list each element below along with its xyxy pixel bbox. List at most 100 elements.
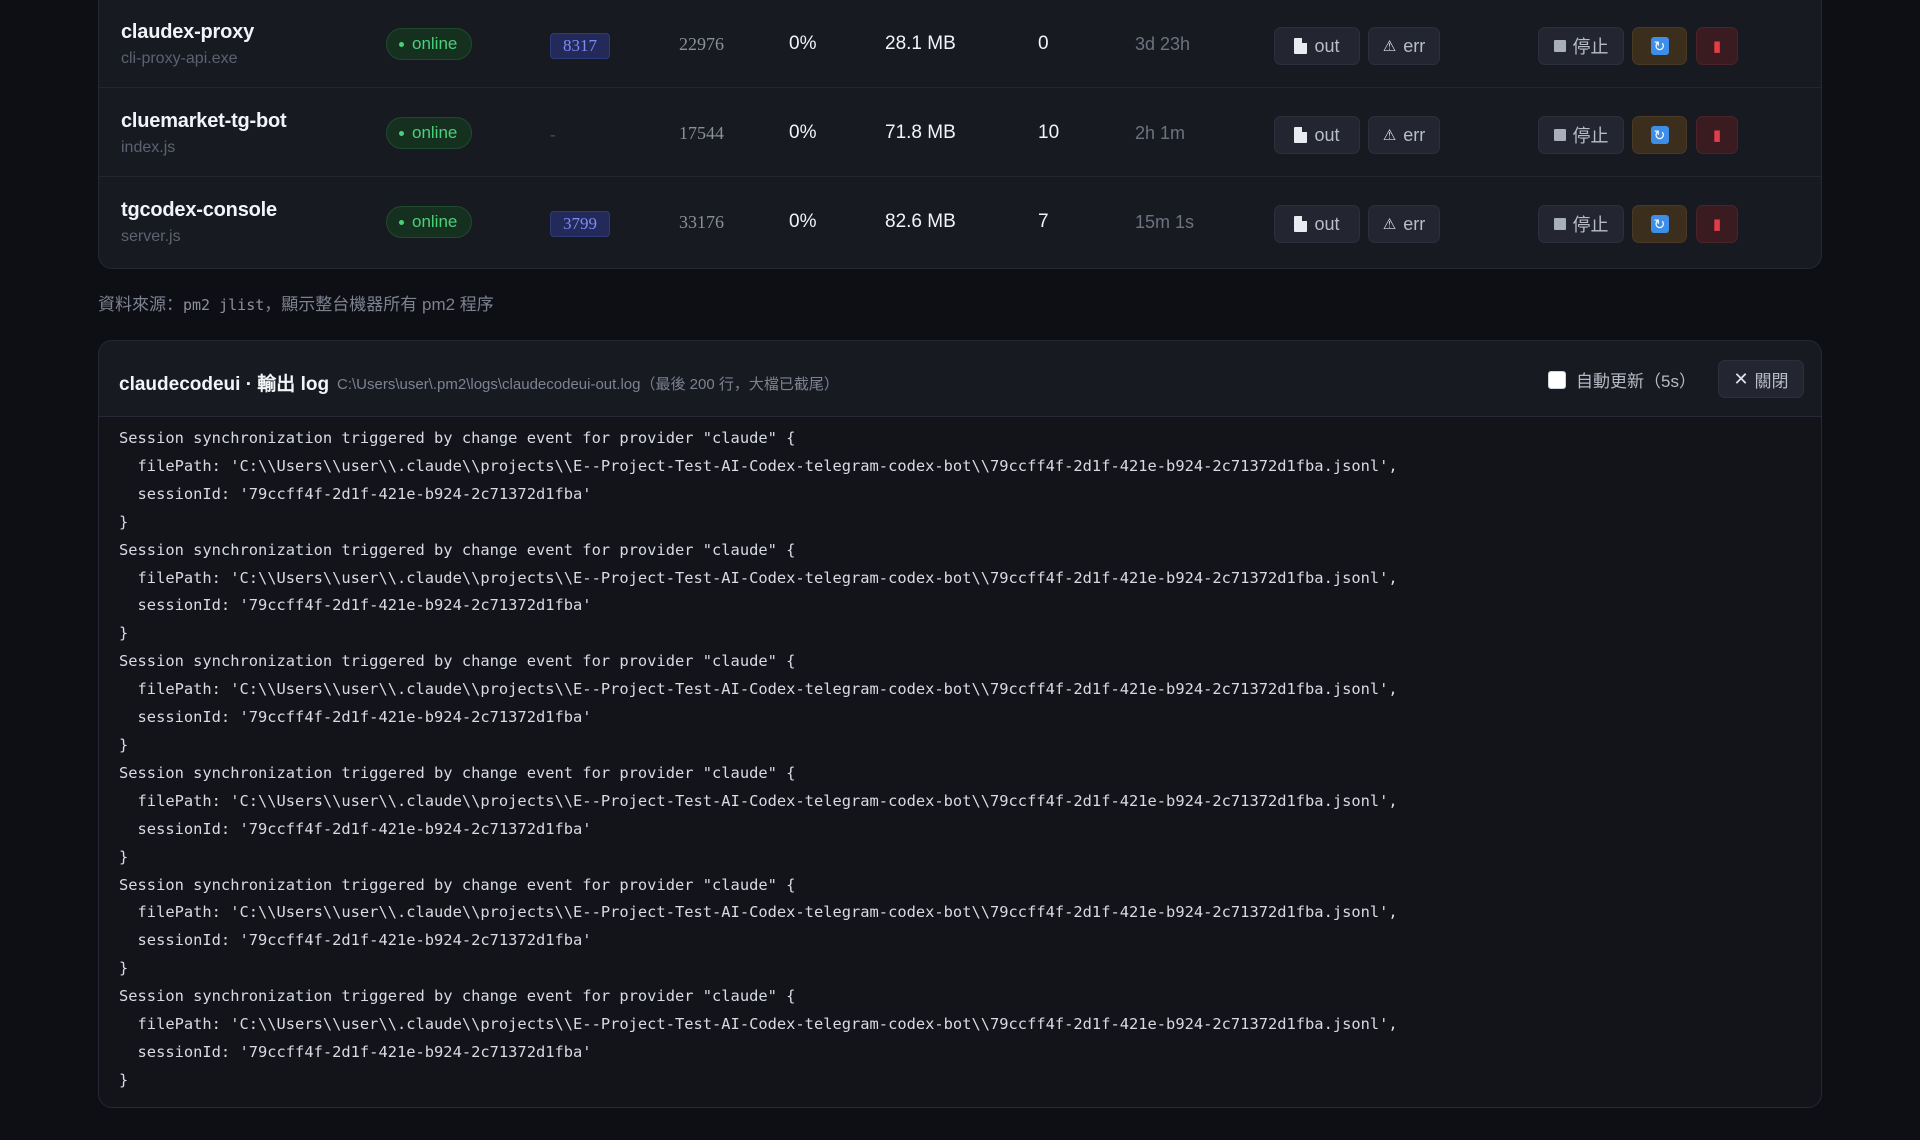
log-file-path: C:\Users\user\.pm2\logs\claudecodeui-out… bbox=[337, 376, 839, 393]
log-line: } bbox=[119, 624, 129, 643]
table-row: tgcodex-console server.js online 3799 33… bbox=[99, 178, 1821, 266]
auto-refresh-toggle[interactable]: 自動更新（5s） bbox=[1548, 367, 1696, 392]
close-label: 關閉 bbox=[1754, 371, 1789, 391]
process-name: tgcodex-console bbox=[121, 198, 277, 221]
stop-icon bbox=[1553, 40, 1566, 52]
uptime-value: 2h 1m bbox=[1135, 122, 1186, 143]
restart-button[interactable]: ↻ bbox=[1632, 116, 1687, 154]
log-line: Session synchronization triggered by cha… bbox=[119, 429, 796, 447]
process-script: index.js bbox=[121, 138, 176, 156]
process-name-cell: cluemarket-tg-bot index.js bbox=[121, 89, 287, 177]
status-dot-icon bbox=[399, 130, 404, 136]
view-out-log-button[interactable]: out bbox=[1274, 205, 1360, 243]
process-script: cli-proxy-api.exe bbox=[121, 49, 238, 67]
restarts-value: 0 bbox=[1038, 33, 1049, 54]
uptime-value: 3d 23h bbox=[1135, 33, 1191, 54]
pid-value: 33176 bbox=[679, 211, 724, 232]
log-line: Session synchronization triggered by cha… bbox=[119, 763, 796, 782]
log-line: Session synchronization triggered by cha… bbox=[119, 987, 796, 1006]
restart-button[interactable]: ↻ bbox=[1632, 27, 1687, 65]
warning-icon: ⚠ bbox=[1382, 127, 1397, 144]
log-line: } bbox=[119, 959, 129, 978]
log-title: claudecodeui · 輸出 log bbox=[119, 374, 330, 395]
log-line: filePath: 'C:\\Users\\user\\.claude\\pro… bbox=[119, 791, 1398, 810]
pid-value: 22976 bbox=[679, 33, 724, 54]
stop-button[interactable]: 停止 bbox=[1538, 27, 1624, 65]
stop-label: 停止 bbox=[1572, 126, 1609, 146]
auto-refresh-label: 自動更新（5s） bbox=[1576, 372, 1696, 391]
source-prefix: 資料來源： bbox=[98, 295, 183, 314]
restart-button[interactable]: ↻ bbox=[1632, 205, 1687, 243]
uptime-value: 15m 1s bbox=[1135, 211, 1195, 232]
trash-icon: ▮ bbox=[1712, 216, 1722, 233]
delete-button[interactable]: ▮ bbox=[1696, 116, 1738, 154]
refresh-icon: ↻ bbox=[1650, 215, 1669, 233]
file-icon bbox=[1294, 216, 1308, 232]
restarts-value: 7 bbox=[1038, 211, 1049, 232]
log-line: Session synchronization triggered by cha… bbox=[119, 540, 796, 559]
status-dot-icon bbox=[399, 219, 404, 225]
status-badge: online bbox=[386, 28, 473, 60]
process-script: server.js bbox=[121, 227, 181, 245]
err-label: err bbox=[1403, 35, 1426, 56]
file-icon bbox=[1294, 38, 1308, 54]
port-badge: 8317 bbox=[550, 33, 610, 59]
delete-button[interactable]: ▮ bbox=[1696, 27, 1738, 65]
out-label: out bbox=[1314, 213, 1340, 234]
trash-icon: ▮ bbox=[1712, 127, 1722, 144]
source-suffix: ，顯示整台機器所有 pm2 程序 bbox=[264, 295, 494, 314]
log-line: sessionId: '79ccff4f-2d1f-421e-b924-2c71… bbox=[119, 931, 592, 950]
log-line: filePath: 'C:\\Users\\user\\.claude\\pro… bbox=[119, 456, 1398, 475]
file-icon bbox=[1294, 127, 1308, 143]
table-row: claudex-proxy cli-proxy-api.exe online 8… bbox=[99, 0, 1821, 88]
delete-button[interactable]: ▮ bbox=[1696, 205, 1738, 243]
memory-value: 28.1 MB bbox=[885, 33, 956, 54]
memory-value: 71.8 MB bbox=[885, 122, 956, 143]
port-badge: 3799 bbox=[550, 211, 610, 237]
log-line: filePath: 'C:\\Users\\user\\.claude\\pro… bbox=[119, 1015, 1398, 1034]
view-err-log-button[interactable]: ⚠ err bbox=[1368, 116, 1440, 154]
stop-button[interactable]: 停止 bbox=[1538, 205, 1624, 243]
stop-button[interactable]: 停止 bbox=[1538, 116, 1624, 154]
refresh-icon: ↻ bbox=[1650, 126, 1669, 144]
out-label: out bbox=[1314, 35, 1340, 56]
process-name-cell: tgcodex-console server.js bbox=[121, 178, 277, 266]
view-err-log-button[interactable]: ⚠ err bbox=[1368, 205, 1440, 243]
log-output: Session synchronization triggered by cha… bbox=[119, 425, 1801, 1095]
table-row: cluemarket-tg-bot index.js online - 1754… bbox=[99, 89, 1821, 177]
view-out-log-button[interactable]: out bbox=[1274, 116, 1360, 154]
log-line: filePath: 'C:\\Users\\user\\.claude\\pro… bbox=[119, 903, 1398, 922]
view-err-log-button[interactable]: ⚠ err bbox=[1368, 27, 1440, 65]
cpu-value: 0% bbox=[789, 122, 817, 143]
log-header: claudecodeui · 輸出 log C:\Users\user\.pm2… bbox=[99, 341, 1821, 417]
pid-value: 17544 bbox=[679, 122, 724, 143]
status-badge: online bbox=[386, 117, 473, 149]
log-line: sessionId: '79ccff4f-2d1f-421e-b924-2c71… bbox=[119, 1042, 592, 1061]
status-label: online bbox=[412, 212, 458, 231]
auto-refresh-checkbox[interactable] bbox=[1548, 370, 1566, 389]
log-line: filePath: 'C:\\Users\\user\\.claude\\pro… bbox=[119, 680, 1398, 699]
log-line: sessionId: '79ccff4f-2d1f-421e-b924-2c71… bbox=[119, 819, 592, 838]
status-dot-icon bbox=[399, 41, 404, 47]
log-line: sessionId: '79ccff4f-2d1f-421e-b924-2c71… bbox=[119, 484, 592, 503]
status-label: online bbox=[412, 123, 458, 142]
view-out-log-button[interactable]: out bbox=[1274, 27, 1360, 65]
process-name: cluemarket-tg-bot bbox=[121, 109, 287, 132]
restarts-value: 10 bbox=[1038, 122, 1060, 143]
process-table: claudex-proxy cli-proxy-api.exe online 8… bbox=[98, 0, 1822, 269]
warning-icon: ⚠ bbox=[1382, 38, 1397, 55]
stop-label: 停止 bbox=[1572, 37, 1609, 57]
status-badge: online bbox=[386, 206, 473, 238]
log-line: Session synchronization triggered by cha… bbox=[119, 875, 796, 894]
stop-icon bbox=[1553, 129, 1566, 141]
cpu-value: 0% bbox=[789, 211, 817, 232]
log-line: Session synchronization triggered by cha… bbox=[119, 652, 796, 671]
log-panel: claudecodeui · 輸出 log C:\Users\user\.pm2… bbox=[98, 340, 1822, 1108]
close-log-button[interactable]: ✕ 關閉 bbox=[1718, 360, 1804, 398]
refresh-icon: ↻ bbox=[1650, 37, 1669, 55]
cpu-value: 0% bbox=[789, 33, 817, 54]
log-line: } bbox=[119, 735, 129, 754]
source-command: pm2 jlist bbox=[183, 296, 265, 314]
warning-icon: ⚠ bbox=[1382, 216, 1397, 233]
out-label: out bbox=[1314, 124, 1340, 145]
